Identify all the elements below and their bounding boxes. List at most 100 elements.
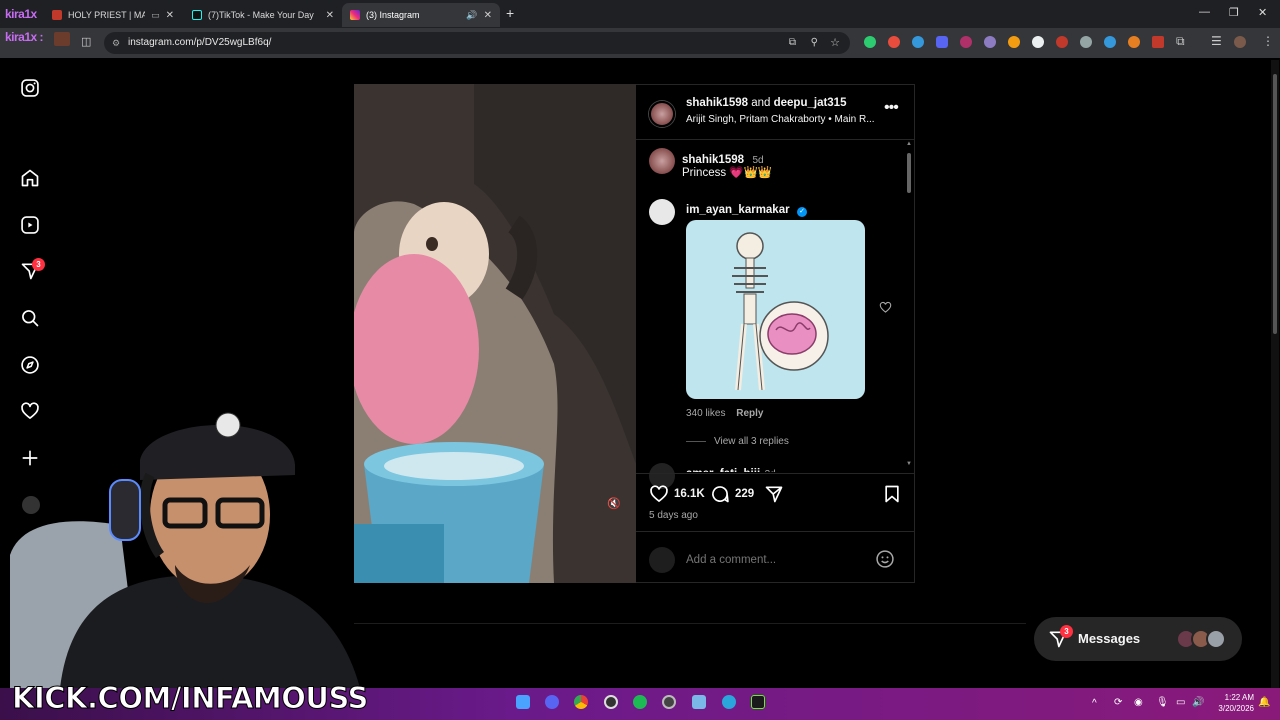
extension-icon[interactable] <box>1104 36 1116 48</box>
extension-icon[interactable] <box>1128 36 1140 48</box>
tab-tiktok[interactable]: (7)TikTok - Make Your Day ✕ <box>184 3 342 27</box>
tab-instagram[interactable]: (3) Instagram 🔊 ✕ <box>342 3 500 27</box>
tab-label: (7)TikTok - Make Your Day <box>208 10 314 20</box>
terminal-icon[interactable] <box>751 695 765 709</box>
more-options-icon[interactable]: ••• <box>884 99 899 117</box>
reply-button[interactable]: Reply <box>736 408 763 419</box>
page-scrollbar[interactable] <box>1271 60 1279 688</box>
close-tab-icon[interactable]: ✕ <box>166 10 174 21</box>
commenter-username[interactable]: im_ayan_karmakar <box>686 204 790 216</box>
next-commenter-username[interactable]: amer_fati_biii <box>686 468 760 472</box>
tray-chevron-icon[interactable]: ^ <box>1092 698 1097 709</box>
author-avatar[interactable] <box>649 101 675 127</box>
instagram-favicon <box>350 10 360 20</box>
comment-likes[interactable]: 340 likes <box>686 408 725 419</box>
extension-icon[interactable] <box>1080 36 1092 48</box>
tab-holy-priest[interactable]: HOLY PRIEST | MATTE ▭ ✕ <box>44 3 182 27</box>
comment-gif-image[interactable] <box>686 220 865 399</box>
add-comment-input[interactable] <box>686 551 866 569</box>
skeleton-brain-illustration <box>732 232 829 391</box>
post-age[interactable]: 5 days ago <box>649 510 698 521</box>
extension-icon[interactable] <box>1152 36 1164 48</box>
extension-icon[interactable] <box>984 36 996 48</box>
instagram-logo-icon[interactable] <box>20 78 40 98</box>
extension-icon[interactable] <box>1056 36 1068 48</box>
close-tab-icon[interactable]: ✕ <box>484 10 492 21</box>
obs-icon[interactable] <box>604 695 618 709</box>
messages-button[interactable]: 3 Messages <box>1034 617 1242 661</box>
scrollbar-thumb[interactable] <box>907 153 911 193</box>
extension-icon[interactable] <box>936 36 948 48</box>
audio-attribution[interactable]: Arijit Singh, Pritam Chakraborty • Main … <box>686 114 886 125</box>
minimize-icon[interactable]: — <box>1199 6 1210 18</box>
mute-icon[interactable]: 🔇 <box>607 497 621 510</box>
post-video[interactable]: 🔇 <box>354 84 636 583</box>
site-info-icon[interactable]: ⚙ <box>112 32 120 54</box>
tab-label: HOLY PRIEST | MATTE <box>68 10 146 20</box>
coauthor-username[interactable]: deepu_jat315 <box>774 97 847 109</box>
extension-icon[interactable] <box>1032 36 1044 48</box>
comment-icon[interactable] <box>710 484 730 504</box>
like-comment-icon[interactable] <box>879 301 892 314</box>
like-icon[interactable] <box>649 484 669 504</box>
home-icon[interactable] <box>20 168 40 188</box>
new-tab-button[interactable]: + <box>506 5 514 21</box>
page-scrollbar-thumb[interactable] <box>1273 74 1277 334</box>
audio-playing-icon[interactable]: 🔊 <box>466 10 477 21</box>
author-username[interactable]: shahik1598 <box>686 97 748 109</box>
taskbar-clock[interactable]: 1:22 AM 3/20/2026 <box>1212 692 1254 714</box>
telegram-icon[interactable] <box>722 695 736 709</box>
comments-scrollbar[interactable]: ▲ ▼ <box>905 139 913 473</box>
close-window-icon[interactable]: ✕ <box>1258 6 1267 19</box>
divider <box>636 531 915 532</box>
kick-banner-text: KICK.COM/INFAMOUSS <box>12 681 369 716</box>
tiktok-favicon <box>192 10 202 20</box>
extension-icon[interactable] <box>912 36 924 48</box>
close-tab-icon[interactable]: ✕ <box>326 10 334 21</box>
extensions-puzzle-icon[interactable]: ⧉ <box>1176 34 1185 49</box>
install-icon[interactable]: ⧉ <box>789 32 796 54</box>
save-bookmark-icon[interactable] <box>882 484 902 504</box>
next-comment-header: amer_fati_biii 3d <box>686 464 776 472</box>
share-icon[interactable] <box>764 484 784 504</box>
view-replies-button[interactable]: View all 3 replies <box>714 436 789 447</box>
tab-label: (3) Instagram <box>366 10 420 20</box>
network-tray-icon[interactable]: ▭ <box>1176 697 1185 708</box>
clock-time: 1:22 AM <box>1224 693 1254 702</box>
windows-start-icon[interactable] <box>516 695 530 709</box>
next-comment-age: 3d <box>765 469 776 472</box>
streamer-webcam-image <box>10 412 360 688</box>
emoji-icon[interactable] <box>875 549 895 569</box>
discord-tray-icon[interactable]: ◉ <box>1134 697 1143 708</box>
discord-icon[interactable] <box>545 695 559 709</box>
maximize-icon[interactable]: ❐ <box>1229 6 1239 19</box>
bookmark-star-icon[interactable]: ☆ <box>830 32 840 54</box>
kick-channel-banner: KICK.COM/INFAMOUSS <box>12 680 369 716</box>
profile-avatar[interactable] <box>1234 36 1246 48</box>
webcam-overlay <box>0 405 360 688</box>
app-icon[interactable] <box>662 695 676 709</box>
volume-tray-icon[interactable]: 🔊 <box>1192 697 1204 708</box>
caption-avatar[interactable] <box>649 148 675 174</box>
commenter-avatar[interactable] <box>649 199 675 225</box>
sidebar-toggle-icon[interactable]: ◫ <box>81 35 91 48</box>
url-field[interactable]: ⚙ instagram.com/p/DV25wgLBf6q/ ⧉ ⚲ ☆ <box>104 32 850 54</box>
extension-icon[interactable] <box>888 36 900 48</box>
app-icon[interactable] <box>692 695 706 709</box>
extension-icon[interactable] <box>864 36 876 48</box>
reels-icon[interactable] <box>20 215 40 235</box>
like-count[interactable]: 16.1K <box>674 488 705 500</box>
spotify-icon[interactable] <box>633 695 647 709</box>
menu-kebab-icon[interactable]: ⋮ <box>1262 34 1274 48</box>
reading-list-icon[interactable]: ☰ <box>1211 34 1222 48</box>
comment-count[interactable]: 229 <box>735 488 754 500</box>
tray-icon[interactable]: ⟳ <box>1114 697 1122 708</box>
extension-icon[interactable] <box>1008 36 1020 48</box>
chrome-icon[interactable] <box>574 695 588 709</box>
notification-bell-icon[interactable]: 🔔 <box>1258 697 1270 708</box>
mic-tray-icon[interactable]: 🎙 <box>1156 697 1169 708</box>
search-icon[interactable] <box>20 308 40 328</box>
extension-icon[interactable] <box>960 36 972 48</box>
explore-icon[interactable] <box>20 355 40 375</box>
zoom-icon[interactable]: ⚲ <box>811 32 818 54</box>
